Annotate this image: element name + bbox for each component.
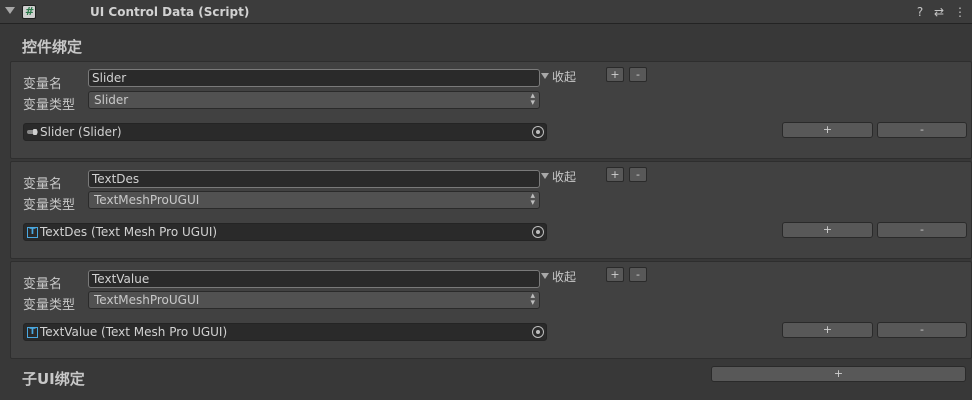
add-entry-button[interactable]: + xyxy=(606,167,624,182)
var-type-value: Slider xyxy=(94,93,129,107)
var-name-field[interactable]: Slider xyxy=(88,69,540,87)
var-name-label: 变量名 xyxy=(23,277,63,292)
remove-entry-button[interactable]: - xyxy=(629,67,647,82)
var-name-field[interactable]: TextDes xyxy=(88,170,540,188)
object-picker-icon[interactable] xyxy=(532,226,544,238)
collapse-arrow-icon xyxy=(541,273,549,279)
add-entry-button[interactable]: + xyxy=(606,267,624,282)
foldout-arrow-icon[interactable] xyxy=(5,7,15,14)
var-type-dropdown[interactable]: Slider ▴ ▾ xyxy=(88,91,540,109)
collapse-arrow-icon xyxy=(541,73,549,79)
collapse-toggle[interactable]: 收起 xyxy=(541,268,576,285)
remove-entry-button[interactable]: - xyxy=(629,167,647,182)
menu-icon[interactable]: ⋮ xyxy=(952,4,968,20)
object-field[interactable]: T TextDes (Text Mesh Pro UGUI) xyxy=(23,223,547,241)
collapse-arrow-icon xyxy=(541,173,549,179)
add-child-ui-button[interactable]: + xyxy=(711,366,966,382)
object-field-value: TextValue (Text Mesh Pro UGUI) xyxy=(40,325,228,339)
updown-arrow-icon: ▴ ▾ xyxy=(530,91,535,108)
var-type-dropdown[interactable]: TextMeshProUGUI ▴ ▾ xyxy=(88,191,540,209)
remove-entry-button[interactable]: - xyxy=(629,267,647,282)
collapse-label: 收起 xyxy=(552,270,577,284)
remove-component-button[interactable]: - xyxy=(877,122,967,138)
var-type-value: TextMeshProUGUI xyxy=(94,293,200,307)
bindings-section-title: 控件绑定 xyxy=(22,38,83,56)
var-name-field[interactable]: TextValue xyxy=(88,270,540,288)
object-field[interactable]: T TextValue (Text Mesh Pro UGUI) xyxy=(23,323,547,341)
collapse-label: 收起 xyxy=(552,70,577,84)
remove-component-button[interactable]: - xyxy=(877,222,967,238)
updown-arrow-icon: ▴ ▾ xyxy=(530,191,535,208)
child-ui-section-title: 子UI绑定 xyxy=(22,370,85,388)
textmeshpro-icon: T xyxy=(27,227,38,238)
add-component-button[interactable]: + xyxy=(782,222,873,238)
object-picker-icon[interactable] xyxy=(532,126,544,138)
component-header: # UI Control Data (Script) ? ⇄ ⋮ xyxy=(0,0,972,24)
var-name-label: 变量名 xyxy=(23,77,63,92)
add-component-button[interactable]: + xyxy=(782,122,873,138)
var-name-label: 变量名 xyxy=(23,177,63,192)
binding-entry: 变量名 TextDes 收起 + - 变量类型 TextMeshProUGUI ▴… xyxy=(10,161,972,259)
add-component-button[interactable]: + xyxy=(782,322,873,338)
object-picker-icon[interactable] xyxy=(532,326,544,338)
component-title: UI Control Data (Script) xyxy=(90,5,250,19)
collapse-toggle[interactable]: 收起 xyxy=(541,168,576,185)
var-type-label: 变量类型 xyxy=(23,98,76,113)
var-type-dropdown[interactable]: TextMeshProUGUI ▴ ▾ xyxy=(88,291,540,309)
preset-icon[interactable]: ⇄ xyxy=(931,4,947,20)
var-type-label: 变量类型 xyxy=(23,198,76,213)
object-field-value: Slider (Slider) xyxy=(40,125,122,139)
remove-component-button[interactable]: - xyxy=(877,322,967,338)
object-field-value: TextDes (Text Mesh Pro UGUI) xyxy=(40,225,218,239)
binding-entry: 变量名 TextValue 收起 + - 变量类型 TextMeshProUGU… xyxy=(10,261,972,359)
textmeshpro-icon: T xyxy=(27,327,38,338)
collapse-toggle[interactable]: 收起 xyxy=(541,68,576,85)
var-type-label: 变量类型 xyxy=(23,298,76,313)
script-icon: # xyxy=(25,5,35,18)
updown-arrow-icon: ▴ ▾ xyxy=(530,291,535,308)
object-field[interactable]: Slider (Slider) xyxy=(23,123,547,141)
help-icon[interactable]: ? xyxy=(912,4,928,20)
slider-icon xyxy=(27,129,38,135)
add-entry-button[interactable]: + xyxy=(606,67,624,82)
collapse-label: 收起 xyxy=(552,170,577,184)
var-type-value: TextMeshProUGUI xyxy=(94,193,200,207)
binding-entry: 变量名 Slider 收起 + - 变量类型 Slider ▴ ▾ Slider (… xyxy=(10,61,972,159)
